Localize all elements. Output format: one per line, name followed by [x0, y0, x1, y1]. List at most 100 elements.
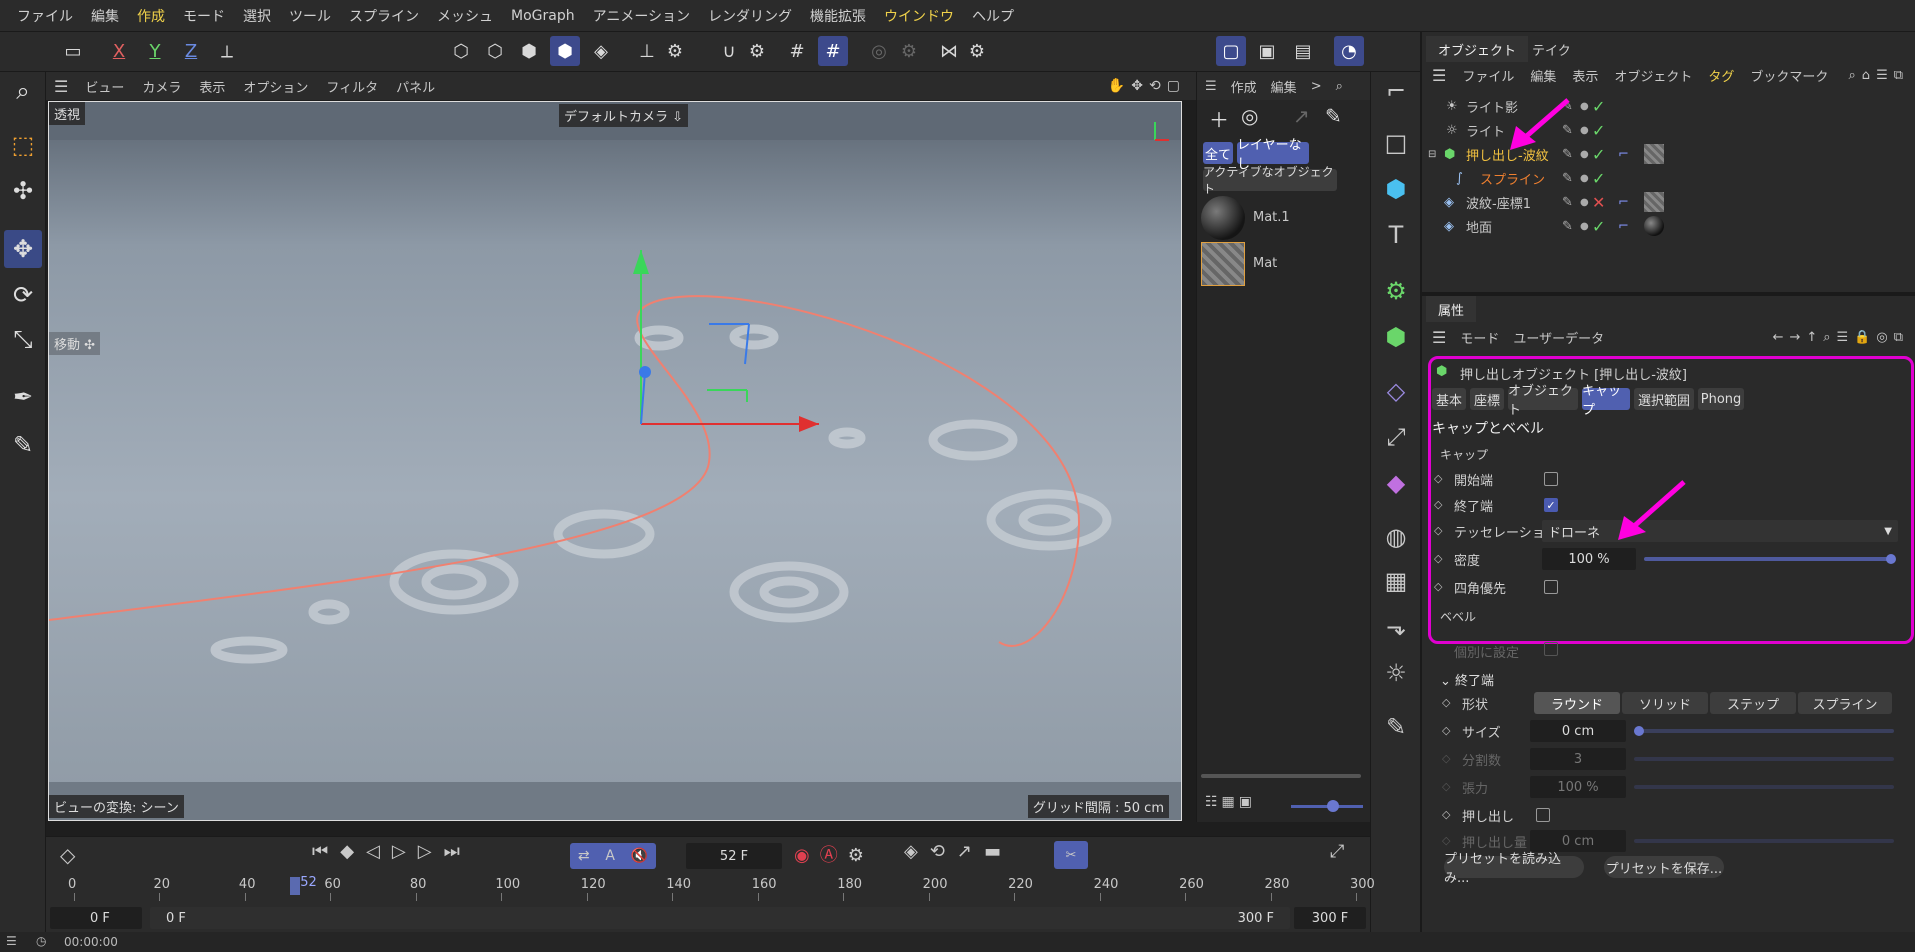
- uv-mode-icon[interactable]: ◈: [586, 36, 616, 66]
- keyframe-diamond-icon[interactable]: ◇: [1434, 552, 1442, 565]
- cube-outline-icon[interactable]: □: [1377, 124, 1415, 162]
- disabled-x-icon[interactable]: ✕: [1592, 193, 1605, 212]
- list-item[interactable]: ◈ 地面 ✎ ● ✓ ⌐: [1422, 214, 1915, 238]
- keyframe-diamond-icon[interactable]: ◇: [1434, 580, 1442, 593]
- workplane-icon[interactable]: ◎: [864, 36, 894, 66]
- expand-icon[interactable]: ⤢: [1330, 841, 1344, 862]
- material-name-mat1[interactable]: Mat.1: [1253, 210, 1290, 225]
- key-tools-icons[interactable]: ◈⟲↗▬: [904, 841, 1013, 862]
- material-tag-icon[interactable]: [1644, 216, 1664, 236]
- tweak-tool-icon[interactable]: ✣: [4, 172, 42, 210]
- material-tag-icon[interactable]: [1644, 192, 1664, 212]
- z-axis-toggle[interactable]: Z: [176, 36, 206, 66]
- density-slider-knob[interactable]: [1886, 554, 1896, 564]
- axis-settings-icon[interactable]: ⚙: [660, 36, 690, 66]
- tab-coord[interactable]: 座標: [1470, 388, 1504, 410]
- edit-tag-icon[interactable]: ✎: [1562, 219, 1573, 234]
- camera-label[interactable]: デフォルトカメラ ⇩: [559, 104, 689, 127]
- x-axis-toggle[interactable]: X: [104, 36, 134, 66]
- active-objects-button[interactable]: アクティブなオブジェクト: [1203, 165, 1337, 196]
- render-settings-icon[interactable]: ▤: [1288, 36, 1318, 66]
- search-icon[interactable]: ⌕: [4, 72, 42, 110]
- tab-basic[interactable]: 基本: [1432, 388, 1466, 410]
- material-tag-icon[interactable]: [1644, 144, 1664, 164]
- playback-controls[interactable]: ⏮◆◁▷▷⏭: [312, 841, 472, 862]
- text-icon[interactable]: T: [1377, 216, 1415, 254]
- record-icons[interactable]: ◉Ⓐ⚙: [794, 841, 874, 867]
- menu-tools[interactable]: ツール: [280, 6, 340, 26]
- move-tool-icon[interactable]: ✥: [4, 230, 42, 268]
- end-frame-field[interactable]: 300 F: [1294, 907, 1366, 929]
- hamburger-icon[interactable]: ☰: [46, 77, 76, 96]
- sketch-tool-icon[interactable]: ✎: [4, 426, 42, 464]
- model-mode-icon[interactable]: ⬢: [550, 36, 580, 66]
- list-item[interactable]: ∫ スプライン ✎ ● ✓: [1422, 166, 1915, 190]
- phong-tag-icon[interactable]: ⌐: [1618, 147, 1629, 162]
- pen-tool-icon[interactable]: ✒: [4, 378, 42, 416]
- obj-menu-object[interactable]: オブジェクト: [1614, 66, 1692, 85]
- hamburger-icon[interactable]: ☰: [1205, 79, 1217, 94]
- hamburger-icon[interactable]: ☰: [1432, 66, 1446, 85]
- obj-menu-file[interactable]: ファイル: [1462, 66, 1514, 85]
- undo-icon[interactable]: ▭: [58, 36, 88, 66]
- visibility-dots[interactable]: ●: [1580, 101, 1589, 112]
- keyframe-mode-icon[interactable]: ◇: [60, 843, 75, 867]
- obj-menu-edit[interactable]: 編集: [1530, 66, 1556, 85]
- obj-toolbar-icons[interactable]: ⌕⌂☰⧉: [1849, 68, 1915, 83]
- keyframe-diamond-icon[interactable]: ◇: [1434, 498, 1442, 511]
- load-preset-button[interactable]: プリセットを読み込み...: [1444, 852, 1584, 886]
- keyframe-diamond-icon[interactable]: ◇: [1442, 696, 1450, 709]
- menu-select[interactable]: 選択: [234, 6, 280, 26]
- list-item[interactable]: ◈ 波紋-座標1 ✎ ● ✕ ⌐: [1422, 190, 1915, 214]
- enabled-check-icon[interactable]: ✓: [1592, 121, 1605, 140]
- visibility-dots[interactable]: ●: [1580, 173, 1589, 184]
- tab-phong[interactable]: Phong: [1698, 388, 1744, 410]
- enabled-check-icon[interactable]: ✓: [1592, 97, 1605, 116]
- phong-tag-icon[interactable]: ⌐: [1618, 195, 1629, 210]
- generator-icon[interactable]: ⚙: [1377, 272, 1415, 310]
- symmetry-icon[interactable]: ⋈: [934, 36, 964, 66]
- view-mode-icons[interactable]: ☷▦▣: [1205, 794, 1256, 810]
- size-slider-knob[interactable]: [1634, 726, 1644, 736]
- view-menu-view[interactable]: ビュー: [76, 77, 133, 96]
- timeline-ruler[interactable]: 0 20 40 60 80 100 120 140 160 180 200 220 240 260 280 3…: [46, 873, 1375, 901]
- axis-mode-icon[interactable]: ⊥: [632, 36, 662, 66]
- tab-selection[interactable]: 選択範囲: [1634, 388, 1694, 410]
- keyframe-diamond-icon[interactable]: ◇: [1434, 524, 1442, 537]
- material-scrollbar[interactable]: [1201, 774, 1361, 778]
- mograph-icon[interactable]: ◆: [1377, 464, 1415, 502]
- obj-menu-bookmark[interactable]: ブックマーク: [1750, 66, 1828, 85]
- enabled-check-icon[interactable]: ✓: [1592, 169, 1605, 188]
- tab-caps[interactable]: キャップ: [1582, 384, 1630, 418]
- edit-tag-icon[interactable]: ✎: [1562, 171, 1573, 186]
- redshift-icon[interactable]: ◔: [1334, 36, 1364, 66]
- shape-solid-button[interactable]: ソリッド: [1622, 692, 1708, 714]
- sun-icon[interactable]: ☼: [1377, 654, 1415, 692]
- scene-icon[interactable]: ◍: [1377, 518, 1415, 556]
- render-view-icon[interactable]: ▣: [1252, 36, 1282, 66]
- tension-field[interactable]: 100 %: [1530, 776, 1626, 798]
- list-item[interactable]: ☀ ライト影 ✎ ● ✓: [1422, 94, 1915, 118]
- extrude-icon[interactable]: ⬢: [1377, 318, 1415, 356]
- view-menu-camera[interactable]: カメラ: [133, 77, 190, 96]
- menu-edit[interactable]: 編集: [82, 6, 128, 26]
- tab-object[interactable]: オブジェクト: [1508, 384, 1578, 418]
- quad-checkbox[interactable]: [1544, 580, 1558, 594]
- cube-icon[interactable]: ⬢: [1377, 170, 1415, 208]
- collapse-icon[interactable]: ⊟: [1428, 149, 1436, 160]
- menu-help[interactable]: ヘルプ: [963, 6, 1023, 26]
- menu-extensions[interactable]: 機能拡張: [801, 6, 875, 26]
- material-name-mat[interactable]: Mat: [1253, 256, 1277, 271]
- light-icon[interactable]: ⬎: [1377, 608, 1415, 646]
- keyframe-diamond-icon[interactable]: ◇: [1442, 808, 1450, 821]
- end-cap-checkbox[interactable]: ✓: [1544, 498, 1558, 512]
- deformer-icon[interactable]: ◇: [1377, 372, 1415, 410]
- menu-window[interactable]: ウインドウ: [875, 6, 963, 26]
- camera-icon[interactable]: ▦: [1377, 562, 1415, 600]
- density-field[interactable]: 100 %: [1542, 548, 1636, 570]
- loop-options[interactable]: ⇄ A 🔇: [570, 843, 656, 869]
- render-region-icon[interactable]: ▢: [1216, 36, 1246, 66]
- subdiv-slider[interactable]: [1634, 757, 1894, 761]
- mat-menu-edit[interactable]: 編集: [1271, 77, 1297, 96]
- field-icon[interactable]: ⤢: [1377, 418, 1415, 456]
